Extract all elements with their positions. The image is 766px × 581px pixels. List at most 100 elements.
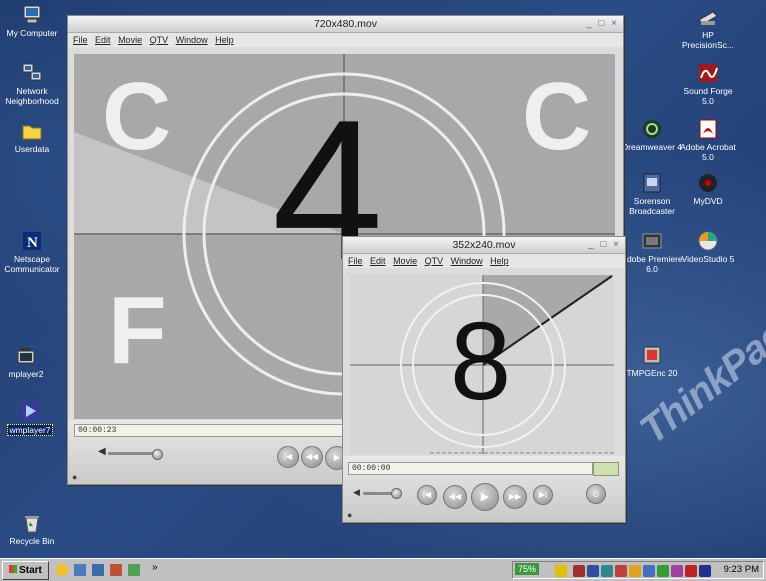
netscape-icon: N [21, 230, 43, 252]
tray-icon-8[interactable] [657, 565, 669, 577]
dvd-icon [697, 172, 719, 194]
clock[interactable]: 9:23 PM [724, 563, 759, 577]
skip-forward-button-small[interactable]: ▶| [533, 485, 553, 505]
tray-icon-10[interactable] [685, 565, 697, 577]
desktop-icon-videostudio[interactable]: VideoStudio 5 [676, 230, 740, 264]
menu-help[interactable]: Help [215, 35, 234, 45]
dreamweaver-icon [641, 118, 663, 140]
desktop-icon-netscape[interactable]: N Netscape Communicator [0, 230, 64, 274]
fast-forward-button-small[interactable]: ▶▶ [503, 485, 527, 509]
quick-launch-icon-3[interactable] [92, 564, 104, 576]
quick-launch-icon-2[interactable] [74, 564, 86, 576]
menu-movie-small[interactable]: Movie [393, 256, 417, 266]
rewind-button-large[interactable]: ◀◀ [301, 446, 323, 468]
quick-launch-icon-4[interactable] [110, 564, 122, 576]
menu-qtv[interactable]: QTV [150, 35, 169, 45]
volume-knob-large[interactable] [152, 449, 163, 460]
speaker-icon-large: ◀ [98, 446, 106, 457]
desktop-icon-sound-forge[interactable]: Sound Forge 5.0 [676, 62, 740, 106]
apple-icon-large: ● [72, 472, 78, 482]
thinkpad-watermark: ThinkPad [632, 312, 766, 453]
videostudio-icon [697, 230, 719, 252]
timecode-large: 00:00:23 [78, 426, 117, 435]
tmpgenc-icon [641, 344, 663, 366]
menu-bar-small: File Edit Movie QTV Window Help [343, 254, 625, 268]
video-frame-small: 8 [350, 275, 614, 454]
corner-letter-top-right: C [522, 63, 592, 170]
desktop-icon-userdata[interactable]: Userdata [0, 120, 64, 154]
tray-icon-1[interactable] [555, 565, 567, 577]
corner-letter-top-left: C [102, 63, 172, 170]
tray-icon-3[interactable] [587, 565, 599, 577]
menu-file[interactable]: File [73, 35, 88, 45]
tray-icon-5[interactable] [615, 565, 627, 577]
qtv-button-small[interactable]: ◎ [586, 484, 606, 504]
tray-icon-7[interactable] [643, 565, 655, 577]
skip-back-button-large[interactable]: |◀ [277, 446, 299, 468]
desktop-icon-adobe-acrobat[interactable]: Adobe Acrobat 5.0 [676, 118, 740, 162]
apple-icon-small: ● [347, 510, 353, 520]
rewind-button-small[interactable]: ◀◀ [443, 485, 467, 509]
recycle-bin-icon [21, 512, 43, 534]
windows-logo-icon [9, 565, 18, 573]
quick-launch: » [56, 562, 166, 578]
menu-window[interactable]: Window [176, 35, 208, 45]
title-bar-small[interactable]: 352x240.mov _ □ × [343, 237, 625, 254]
timecode-small: 00:00:00 [352, 464, 391, 473]
desktop-icon-mydvd[interactable]: MyDVD [676, 172, 740, 206]
taskbar: Start » 75% 9:23 PM [0, 558, 766, 581]
scanner-icon [697, 6, 719, 28]
skip-back-button-small[interactable]: |◀ [417, 485, 437, 505]
quick-launch-icon-1[interactable] [56, 564, 68, 576]
sound-forge-icon [697, 62, 719, 84]
volume-slider-large[interactable] [108, 452, 158, 455]
desktop-icon-my-computer[interactable]: My Computer [0, 4, 64, 38]
menu-window-small[interactable]: Window [451, 256, 483, 266]
window-controls[interactable]: _ □ × [586, 16, 619, 32]
desktop-icon-wmplayer7[interactable]: wmplayer7 [0, 400, 62, 436]
start-label: Start [19, 565, 42, 576]
window-352x240[interactable]: 352x240.mov _ □ × File Edit Movie QTV Wi… [342, 236, 626, 523]
desktop-icon-recycle-bin[interactable]: Recycle Bin [0, 512, 64, 546]
desktop-icon-tmpgenc[interactable]: TMPGEnc 20 [620, 344, 684, 378]
desktop-icon-mplayer2[interactable]: mplayer2 [0, 345, 58, 379]
sorenson-icon [641, 172, 663, 194]
network-icon [21, 62, 43, 84]
menu-edit-small[interactable]: Edit [370, 256, 386, 266]
computer-icon [21, 4, 43, 26]
acrobat-icon [697, 118, 719, 140]
desktop-icon-sorenson[interactable]: Sorenson Broadcaster [620, 172, 684, 216]
desktop-icon-adobe-premiere[interactable]: Adobe Premiere 6.0 [620, 230, 684, 274]
menu-edit[interactable]: Edit [95, 35, 111, 45]
title-bar[interactable]: 720x480.mov _ □ × [68, 16, 623, 33]
tray-icon-4[interactable] [601, 565, 613, 577]
battery-percent[interactable]: 75% [515, 563, 540, 575]
countdown-number-small: 8 [450, 300, 512, 423]
tray-icon-9[interactable] [671, 565, 683, 577]
quick-launch-icon-5[interactable] [128, 564, 140, 576]
corner-letter-bottom-left: F [108, 277, 167, 384]
load-indicator-small [593, 462, 619, 476]
menu-qtv-small[interactable]: QTV [425, 256, 444, 266]
volume-knob-small[interactable] [391, 488, 402, 499]
menu-movie[interactable]: Movie [118, 35, 142, 45]
tray-icon-6[interactable] [629, 565, 641, 577]
window-controls-small[interactable]: _ □ × [588, 237, 621, 253]
tray-icon-2[interactable] [573, 565, 585, 577]
speaker-icon-small: ◀ [353, 487, 360, 497]
desktop-icon-network-neighborhood[interactable]: Network Neighborhood [0, 62, 64, 106]
media-player-icon [15, 345, 37, 367]
window-title: 720x480.mov [313, 18, 378, 30]
menu-file-small[interactable]: File [348, 256, 363, 266]
timeline-small[interactable]: 00:00:00 [348, 462, 593, 475]
premiere-icon [641, 230, 663, 252]
tray-icon-11[interactable] [699, 565, 711, 577]
menu-help-small[interactable]: Help [490, 256, 509, 266]
chevron-right-icon[interactable]: » [152, 562, 158, 573]
desktop-icon-hp-precisionscan[interactable]: HP PrecisionSc... [676, 6, 740, 50]
start-button[interactable]: Start [2, 561, 49, 580]
svg-text:N: N [27, 235, 38, 251]
play-button-small[interactable]: ▶ [471, 483, 499, 511]
desktop-icon-dreamweaver[interactable]: Dreamweaver 4 [620, 118, 684, 152]
system-tray: 75% 9:23 PM [512, 561, 764, 579]
